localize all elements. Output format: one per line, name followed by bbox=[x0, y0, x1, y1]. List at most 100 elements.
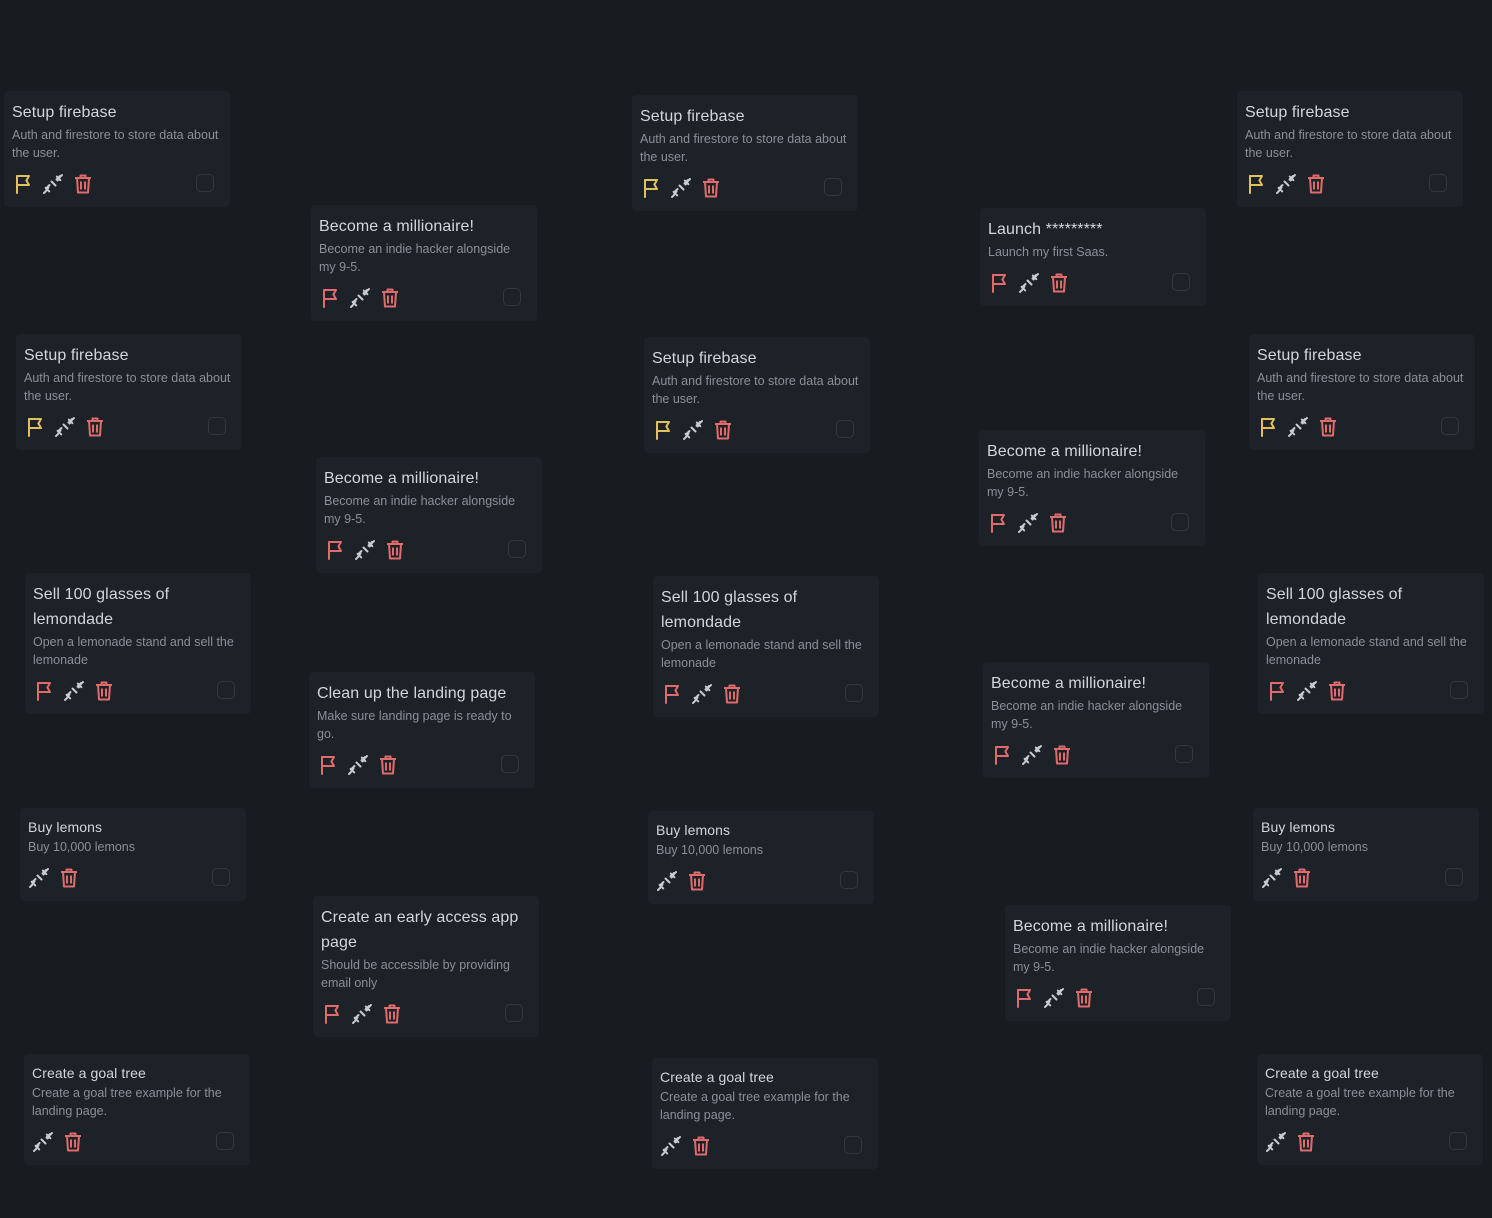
complete-checkbox[interactable] bbox=[503, 288, 521, 306]
link-icon[interactable] bbox=[1296, 680, 1318, 702]
flag-icon[interactable] bbox=[319, 287, 341, 309]
flag-icon[interactable] bbox=[640, 177, 662, 199]
trash-icon[interactable] bbox=[1295, 1131, 1317, 1153]
complete-checkbox[interactable] bbox=[501, 755, 519, 773]
link-icon[interactable] bbox=[351, 1003, 373, 1025]
trash-icon[interactable] bbox=[72, 173, 94, 195]
complete-checkbox[interactable] bbox=[824, 178, 842, 196]
flag-icon[interactable] bbox=[652, 419, 674, 441]
link-icon[interactable] bbox=[1261, 867, 1283, 889]
complete-checkbox[interactable] bbox=[1197, 988, 1215, 1006]
trash-icon[interactable] bbox=[1048, 272, 1070, 294]
link-icon[interactable] bbox=[354, 539, 376, 561]
complete-checkbox[interactable] bbox=[1429, 174, 1447, 192]
complete-checkbox[interactable] bbox=[1450, 681, 1468, 699]
goal-card[interactable]: Become a millionaire! Become an indie hac… bbox=[979, 430, 1205, 546]
trash-icon[interactable] bbox=[1291, 867, 1313, 889]
complete-checkbox[interactable] bbox=[840, 871, 858, 889]
goal-card[interactable]: Sell 100 glasses of lemondade Open a lemo… bbox=[1258, 573, 1484, 714]
flag-icon[interactable] bbox=[988, 272, 1010, 294]
trash-icon[interactable] bbox=[1051, 744, 1073, 766]
goal-card[interactable]: Setup firebase Auth and firestore to stor… bbox=[1237, 91, 1463, 207]
complete-checkbox[interactable] bbox=[212, 868, 230, 886]
trash-icon[interactable] bbox=[84, 416, 106, 438]
flag-icon[interactable] bbox=[321, 1003, 343, 1025]
goal-card[interactable]: Become a millionaire! Become an indie hac… bbox=[316, 457, 542, 573]
flag-icon[interactable] bbox=[33, 680, 55, 702]
goal-card[interactable]: Setup firebase Auth and firestore to stor… bbox=[632, 95, 858, 211]
link-icon[interactable] bbox=[1017, 512, 1039, 534]
complete-checkbox[interactable] bbox=[216, 1132, 234, 1150]
goal-card[interactable]: Sell 100 glasses of lemondade Open a lemo… bbox=[25, 573, 251, 714]
goal-card[interactable]: Become a millionaire! Become an indie hac… bbox=[311, 205, 537, 321]
link-icon[interactable] bbox=[42, 173, 64, 195]
link-icon[interactable] bbox=[670, 177, 692, 199]
trash-icon[interactable] bbox=[384, 539, 406, 561]
flag-icon[interactable] bbox=[1245, 173, 1267, 195]
trash-icon[interactable] bbox=[700, 177, 722, 199]
complete-checkbox[interactable] bbox=[208, 417, 226, 435]
flag-icon[interactable] bbox=[12, 173, 34, 195]
goal-card[interactable]: Clean up the landing page Make sure landi… bbox=[309, 672, 535, 788]
trash-icon[interactable] bbox=[93, 680, 115, 702]
link-icon[interactable] bbox=[1043, 987, 1065, 1009]
link-icon[interactable] bbox=[63, 680, 85, 702]
goal-card[interactable]: Become a millionaire! Become an indie hac… bbox=[1005, 905, 1231, 1021]
trash-icon[interactable] bbox=[1047, 512, 1069, 534]
link-icon[interactable] bbox=[347, 754, 369, 776]
goal-card[interactable]: Create a goal tree Create a goal tree exa… bbox=[1257, 1054, 1483, 1165]
link-icon[interactable] bbox=[28, 867, 50, 889]
complete-checkbox[interactable] bbox=[1449, 1132, 1467, 1150]
goal-card[interactable]: Launch ********* Launch my first Saas. bbox=[980, 208, 1206, 306]
goal-card[interactable]: Buy lemons Buy 10,000 lemons bbox=[20, 808, 246, 901]
complete-checkbox[interactable] bbox=[1171, 513, 1189, 531]
trash-icon[interactable] bbox=[379, 287, 401, 309]
trash-icon[interactable] bbox=[381, 1003, 403, 1025]
complete-checkbox[interactable] bbox=[217, 681, 235, 699]
flag-icon[interactable] bbox=[1266, 680, 1288, 702]
link-icon[interactable] bbox=[656, 870, 678, 892]
goal-card[interactable]: Sell 100 glasses of lemondade Open a lemo… bbox=[653, 576, 879, 717]
link-icon[interactable] bbox=[1275, 173, 1297, 195]
trash-icon[interactable] bbox=[1073, 987, 1095, 1009]
link-icon[interactable] bbox=[691, 683, 713, 705]
goal-card[interactable]: Create an early access app page Should be… bbox=[313, 896, 539, 1037]
complete-checkbox[interactable] bbox=[845, 684, 863, 702]
trash-icon[interactable] bbox=[1305, 173, 1327, 195]
link-icon[interactable] bbox=[1287, 416, 1309, 438]
link-icon[interactable] bbox=[682, 419, 704, 441]
link-icon[interactable] bbox=[1018, 272, 1040, 294]
complete-checkbox[interactable] bbox=[1175, 745, 1193, 763]
trash-icon[interactable] bbox=[58, 867, 80, 889]
complete-checkbox[interactable] bbox=[1441, 417, 1459, 435]
flag-icon[interactable] bbox=[1013, 987, 1035, 1009]
complete-checkbox[interactable] bbox=[836, 420, 854, 438]
flag-icon[interactable] bbox=[1257, 416, 1279, 438]
goal-card[interactable]: Create a goal tree Create a goal tree exa… bbox=[24, 1054, 250, 1165]
complete-checkbox[interactable] bbox=[1172, 273, 1190, 291]
goal-card[interactable]: Create a goal tree Create a goal tree exa… bbox=[652, 1058, 878, 1169]
goal-card[interactable]: Setup firebase Auth and firestore to stor… bbox=[1249, 334, 1475, 450]
flag-icon[interactable] bbox=[987, 512, 1009, 534]
flag-icon[interactable] bbox=[317, 754, 339, 776]
complete-checkbox[interactable] bbox=[508, 540, 526, 558]
flag-icon[interactable] bbox=[661, 683, 683, 705]
flag-icon[interactable] bbox=[324, 539, 346, 561]
goal-card[interactable]: Setup firebase Auth and firestore to stor… bbox=[644, 337, 870, 453]
trash-icon[interactable] bbox=[377, 754, 399, 776]
trash-icon[interactable] bbox=[721, 683, 743, 705]
trash-icon[interactable] bbox=[690, 1135, 712, 1157]
trash-icon[interactable] bbox=[1326, 680, 1348, 702]
flag-icon[interactable] bbox=[991, 744, 1013, 766]
complete-checkbox[interactable] bbox=[505, 1004, 523, 1022]
goal-card[interactable]: Buy lemons Buy 10,000 lemons bbox=[648, 811, 874, 904]
link-icon[interactable] bbox=[54, 416, 76, 438]
link-icon[interactable] bbox=[349, 287, 371, 309]
complete-checkbox[interactable] bbox=[844, 1136, 862, 1154]
trash-icon[interactable] bbox=[712, 419, 734, 441]
link-icon[interactable] bbox=[1021, 744, 1043, 766]
goal-card[interactable]: Become a millionaire! Become an indie hac… bbox=[983, 662, 1209, 778]
complete-checkbox[interactable] bbox=[1445, 868, 1463, 886]
link-icon[interactable] bbox=[660, 1135, 682, 1157]
complete-checkbox[interactable] bbox=[196, 174, 214, 192]
